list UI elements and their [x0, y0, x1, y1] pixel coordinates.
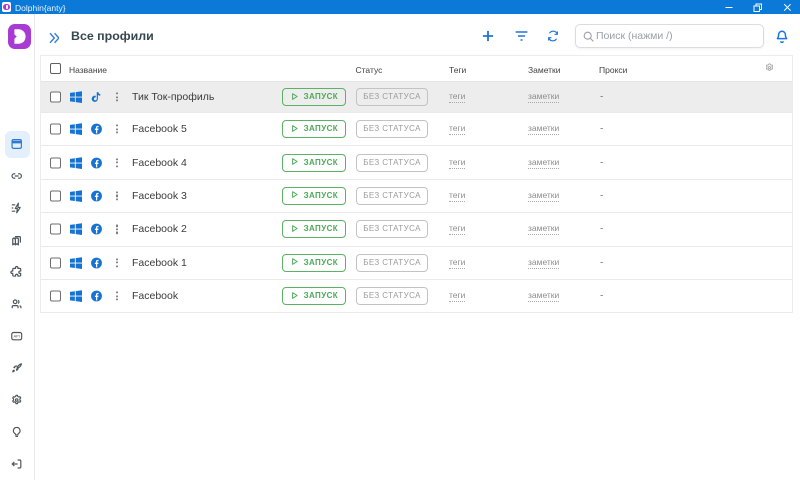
svg-text:API: API — [14, 335, 20, 339]
